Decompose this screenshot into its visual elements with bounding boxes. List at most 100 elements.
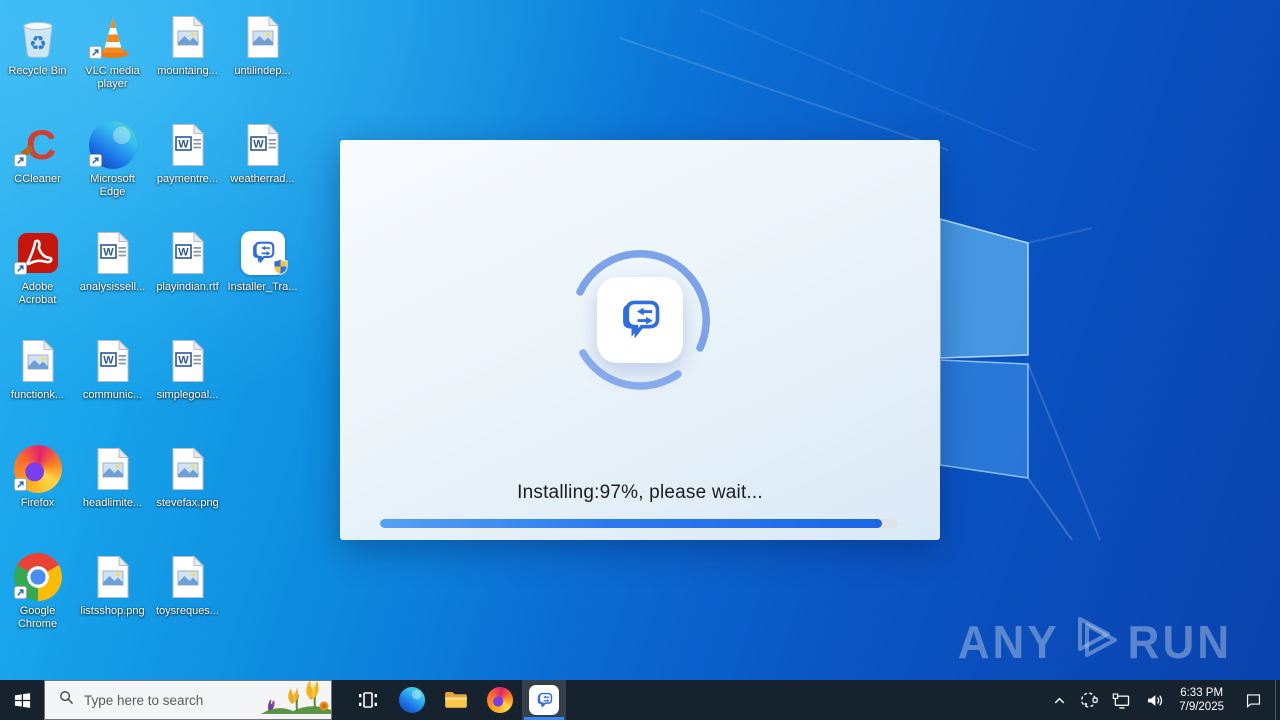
svg-text:♻: ♻ bbox=[29, 31, 47, 55]
start-button[interactable] bbox=[0, 680, 44, 720]
system-tray: 6:33 PM 7/9/2025 bbox=[1046, 680, 1280, 720]
desktop-icon-label: CCleaner bbox=[14, 173, 61, 185]
desktop-icon-label: functionk... bbox=[10, 389, 65, 401]
app-icon bbox=[237, 228, 289, 278]
desktop-icon-label: communic... bbox=[82, 389, 143, 401]
svg-text:W: W bbox=[178, 139, 189, 151]
taskbar-app-file-explorer[interactable] bbox=[434, 680, 478, 720]
desktop-icon-label: Microsoft Edge bbox=[90, 173, 135, 198]
firefox-icon bbox=[487, 687, 513, 713]
desktop-icon-communic[interactable]: W communic... bbox=[75, 332, 150, 440]
installer-window: Installing:97%, please wait... bbox=[340, 140, 940, 540]
desktop-icon-label: Adobe Acrobat bbox=[18, 281, 57, 306]
desktop-icon-mountaing[interactable]: mountaing... bbox=[150, 8, 225, 116]
word-icon: W bbox=[162, 336, 214, 386]
desktop-icon-column: mountaing... W paymentre... W playindian… bbox=[150, 8, 225, 656]
clock-time: 6:33 PM bbox=[1180, 687, 1224, 699]
desktop-icon-analysissell[interactable]: W analysissell... bbox=[75, 224, 150, 332]
desktop-icon-untilindep[interactable]: untilindep... bbox=[225, 8, 300, 116]
desktop-icon-label: weatherrad... bbox=[230, 173, 295, 185]
image-icon bbox=[162, 12, 214, 62]
svg-text:W: W bbox=[103, 355, 114, 367]
taskbar-app-firefox[interactable] bbox=[478, 680, 522, 720]
desktop-icon-playindian[interactable]: W playindian.rtf bbox=[150, 224, 225, 332]
anyrun-logo-icon bbox=[1066, 612, 1122, 673]
taskbar-app-task-view[interactable] bbox=[346, 680, 390, 720]
desktop-icon-toysreques[interactable]: toysreques... bbox=[150, 548, 225, 656]
desktop-icon-microsoft-edge[interactable]: Microsoft Edge bbox=[75, 116, 150, 224]
desktop-icon-label: Google Chrome bbox=[17, 605, 58, 630]
desktop-icon-stevefax[interactable]: stevefax.png bbox=[150, 440, 225, 548]
desktop-icon-firefox[interactable]: Firefox bbox=[0, 440, 75, 548]
desktop-icon-column: ♻ Recycle Bin C CCleaner Adobe Acrobat fu… bbox=[0, 8, 75, 656]
svg-text:W: W bbox=[253, 139, 264, 151]
desktop-icon-column: untilindep... W weatherrad... Installer_… bbox=[225, 8, 300, 656]
network-icon[interactable] bbox=[1105, 680, 1138, 720]
taskbar-clock[interactable]: 6:33 PM 7/9/2025 bbox=[1171, 680, 1232, 720]
taskbar-app-installer[interactable] bbox=[522, 680, 566, 720]
image-icon bbox=[162, 444, 214, 494]
task-view-icon bbox=[356, 688, 380, 712]
svg-text:W: W bbox=[178, 247, 189, 259]
desktop-icon-ccleaner[interactable]: C CCleaner bbox=[0, 116, 75, 224]
vlc-icon bbox=[87, 12, 139, 62]
windows-logo-icon bbox=[14, 692, 30, 708]
desktop-icon-label: listsshop.png bbox=[80, 605, 145, 617]
word-icon: W bbox=[237, 120, 289, 170]
desktop-icon-paymentre[interactable]: W paymentre... bbox=[150, 116, 225, 224]
desktop-icon-installer-tra[interactable]: Installer_Tra... bbox=[225, 224, 300, 332]
desktop-icon-listsshop[interactable]: listsshop.png bbox=[75, 548, 150, 656]
search-flowers-decoration bbox=[255, 681, 331, 719]
desktop-icon-google-chrome[interactable]: Google Chrome bbox=[0, 548, 75, 656]
taskbar: 6:33 PM 7/9/2025 bbox=[0, 680, 1280, 720]
word-icon: W bbox=[87, 336, 139, 386]
desktop-icon-functionk[interactable]: functionk... bbox=[0, 332, 75, 440]
volume-icon[interactable] bbox=[1138, 680, 1171, 720]
recycle-bin-icon: ♻ bbox=[12, 12, 64, 62]
desktop-icon-column: VLC media player Microsoft Edge W analys… bbox=[75, 8, 150, 656]
svg-text:C: C bbox=[25, 121, 55, 168]
desktop-icon-adobe-acrobat[interactable]: Adobe Acrobat bbox=[0, 224, 75, 332]
desktop-icon-simplegoal[interactable]: W simplegoal... bbox=[150, 332, 225, 440]
hidden-icons-chevron[interactable] bbox=[1046, 680, 1073, 720]
desktop-icon-label: headlimite... bbox=[82, 497, 143, 509]
search-input[interactable] bbox=[84, 692, 254, 708]
desktop-icon-label: playindian.rtf bbox=[156, 281, 219, 293]
install-progress-bar bbox=[380, 519, 898, 528]
watermark-text-run: RUN bbox=[1127, 616, 1232, 668]
file-explorer-icon bbox=[443, 687, 469, 713]
desktop-icon-headlimite[interactable]: headlimite... bbox=[75, 440, 150, 548]
word-icon: W bbox=[162, 228, 214, 278]
firefox-icon bbox=[12, 444, 64, 494]
desktop-icon-label: Installer_Tra... bbox=[227, 281, 298, 293]
desktop-icon-label: toysreques... bbox=[156, 605, 219, 617]
image-icon bbox=[87, 444, 139, 494]
svg-text:W: W bbox=[178, 355, 189, 367]
watermark-text-any: ANY bbox=[957, 616, 1060, 668]
desktop-icon-label: analysissell... bbox=[79, 281, 146, 293]
desktop-screen: ♻ Recycle Bin C CCleaner Adobe Acrobat fu… bbox=[0, 0, 1280, 720]
install-status-text: Installing:97%, please wait... bbox=[517, 482, 763, 503]
taskbar-app-buttons bbox=[346, 680, 566, 720]
taskbar-search[interactable] bbox=[44, 680, 332, 720]
tray-camera-icon[interactable] bbox=[1073, 680, 1105, 720]
image-icon bbox=[162, 552, 214, 602]
edge-icon bbox=[399, 687, 425, 713]
ccleaner-icon: C bbox=[12, 120, 64, 170]
edge-icon bbox=[87, 120, 139, 170]
chrome-icon bbox=[12, 552, 64, 602]
desktop-icon-label: Firefox bbox=[20, 497, 55, 509]
action-center-icon[interactable] bbox=[1232, 680, 1275, 720]
taskbar-app-edge[interactable] bbox=[390, 680, 434, 720]
show-desktop-button[interactable] bbox=[1275, 680, 1280, 720]
installer-icon bbox=[529, 685, 559, 715]
desktop-icon-label: untilindep... bbox=[234, 65, 291, 77]
desktop-icon-label: VLC media player bbox=[85, 65, 140, 90]
desktop-icon-vlc-media-player[interactable]: VLC media player bbox=[75, 8, 150, 116]
image-icon bbox=[12, 336, 64, 386]
anyrun-watermark: ANY RUN bbox=[958, 612, 1232, 673]
search-icon bbox=[59, 690, 74, 710]
desktop-icon-recycle-bin[interactable]: ♻ Recycle Bin bbox=[0, 8, 75, 116]
installer-app-icon bbox=[597, 277, 683, 363]
desktop-icon-weatherrad[interactable]: W weatherrad... bbox=[225, 116, 300, 224]
